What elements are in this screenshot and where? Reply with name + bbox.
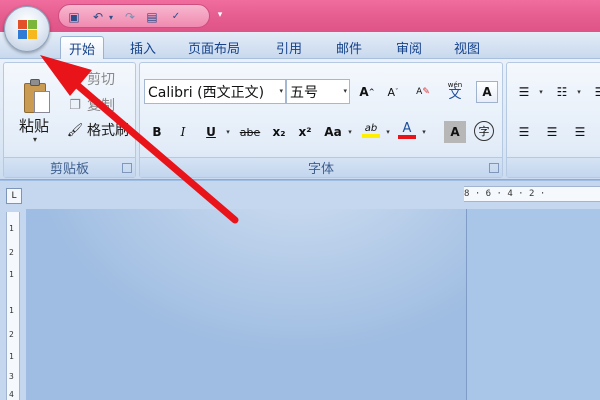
clear-formatting-button[interactable]: A ✎	[412, 81, 434, 103]
phonetic-guide-button[interactable]: wén 文	[444, 79, 466, 101]
bullets-icon[interactable]: ☰	[513, 81, 535, 103]
multilevel-list-icon[interactable]: ☰	[589, 81, 600, 103]
align-center-icon[interactable]: ☰	[541, 121, 563, 143]
align-left-icon[interactable]: ☰	[513, 121, 535, 143]
paste-icon[interactable]	[22, 79, 52, 115]
clipboard-group-label: 剪贴板	[4, 157, 135, 177]
title-bar: ▣ ↶ ▾ ↷ ▤ ✓ ▾	[0, 0, 600, 32]
format-painter-button[interactable]: 🖌 格式刷	[66, 120, 129, 140]
tab-references[interactable]: 引用	[268, 36, 310, 59]
office-logo-icon	[18, 20, 38, 40]
bullets-dropdown-icon[interactable]: ▾	[537, 81, 545, 103]
undo-dropdown-icon[interactable]: ▾	[107, 10, 115, 24]
copy-icon: ❐	[69, 97, 81, 113]
change-case-button[interactable]: Aa	[320, 121, 346, 143]
dialog-launcher-icon[interactable]	[122, 163, 132, 173]
grow-font-button[interactable]: A ^	[356, 81, 378, 103]
highlight-dropdown-icon[interactable]: ▾	[384, 121, 392, 143]
highlight-button[interactable]: ab	[360, 119, 382, 141]
tab-view[interactable]: 视图	[446, 36, 488, 59]
chevron-down-icon[interactable]: ▾	[279, 87, 283, 95]
redo-icon[interactable]: ↷	[121, 8, 139, 25]
copy-button[interactable]: ❐ 复制	[66, 95, 115, 115]
ribbon: 粘贴 ▾ ✂ 剪切 ❐ 复制 🖌 格式刷 剪贴板 Calibri (西文正文) …	[0, 59, 600, 180]
tab-insert[interactable]: 插入	[122, 36, 164, 59]
tab-selector[interactable]: L	[6, 188, 22, 204]
change-case-dropdown-icon[interactable]: ▾	[346, 121, 354, 143]
quick-access-toolbar: ▣ ↶ ▾ ↷ ▤ ✓	[58, 4, 210, 28]
font-size-combo[interactable]: 五号 ▾	[286, 79, 350, 104]
vertical-ruler[interactable]: 1 2 1 1 2 1 3 4	[6, 212, 20, 400]
brush-icon: 🖌	[66, 122, 84, 138]
font-group-label: 字体	[140, 157, 502, 177]
tab-page-layout[interactable]: 页面布局	[180, 36, 248, 59]
tab-review[interactable]: 审阅	[388, 36, 430, 59]
spelling-icon[interactable]: ✓	[167, 8, 185, 25]
align-right-icon[interactable]: ☰	[569, 121, 591, 143]
horizontal-ruler[interactable]: 8 · 6 · 4 · 2 ·	[464, 186, 600, 202]
enclose-characters-button[interactable]: 字	[474, 121, 494, 141]
paste-dropdown-icon[interactable]: ▾	[33, 135, 37, 144]
font-group: Calibri (西文正文) ▾ 五号 ▾ A ^ Aˇ A ✎ wén 文 A B…	[139, 62, 503, 178]
background-swoosh	[26, 209, 506, 389]
clipboard-group: 粘贴 ▾ ✂ 剪切 ❐ 复制 🖌 格式刷 剪贴板	[3, 62, 136, 178]
font-color-dropdown-icon[interactable]: ▾	[420, 121, 428, 143]
italic-button[interactable]: I	[172, 121, 194, 143]
strikethrough-button[interactable]: abe	[236, 121, 264, 143]
tab-mailings[interactable]: 邮件	[328, 36, 370, 59]
font-color-button[interactable]: A	[396, 119, 418, 141]
numbering-dropdown-icon[interactable]: ▾	[575, 81, 583, 103]
print-preview-icon[interactable]: ▤	[143, 8, 161, 25]
customize-toolbar-icon[interactable]: ▾	[214, 8, 226, 22]
chevron-down-icon[interactable]: ▾	[343, 87, 347, 95]
save-icon[interactable]: ▣	[65, 8, 83, 25]
character-border-button[interactable]: A	[476, 81, 498, 103]
superscript-button[interactable]: x²	[294, 121, 316, 143]
shrink-font-button[interactable]: Aˇ	[382, 81, 404, 103]
scissors-icon: ✂	[69, 71, 81, 87]
font-name-combo[interactable]: Calibri (西文正文) ▾	[144, 79, 286, 104]
document-page[interactable]	[466, 209, 600, 400]
underline-button[interactable]: U	[200, 121, 222, 143]
character-shading-button[interactable]: A	[444, 121, 466, 143]
paste-button[interactable]: 粘贴	[19, 115, 49, 136]
cut-button[interactable]: ✂ 剪切	[66, 69, 115, 89]
paragraph-group: ☰ ▾ ☷ ▾ ☰ ☰ ☰ ☰	[506, 62, 600, 178]
numbering-icon[interactable]: ☷	[551, 81, 573, 103]
undo-icon[interactable]: ↶	[89, 8, 107, 25]
paragraph-group-label	[507, 157, 600, 177]
dialog-launcher-icon[interactable]	[489, 163, 499, 173]
ribbon-tabs: 开始 插入 页面布局 引用 邮件 审阅 视图	[0, 32, 600, 59]
office-button[interactable]	[4, 6, 50, 52]
tab-home[interactable]: 开始	[60, 36, 105, 59]
underline-dropdown-icon[interactable]: ▾	[224, 121, 232, 143]
subscript-button[interactable]: x₂	[268, 121, 290, 143]
bold-button[interactable]: B	[146, 121, 168, 143]
document-area[interactable]	[26, 209, 600, 400]
